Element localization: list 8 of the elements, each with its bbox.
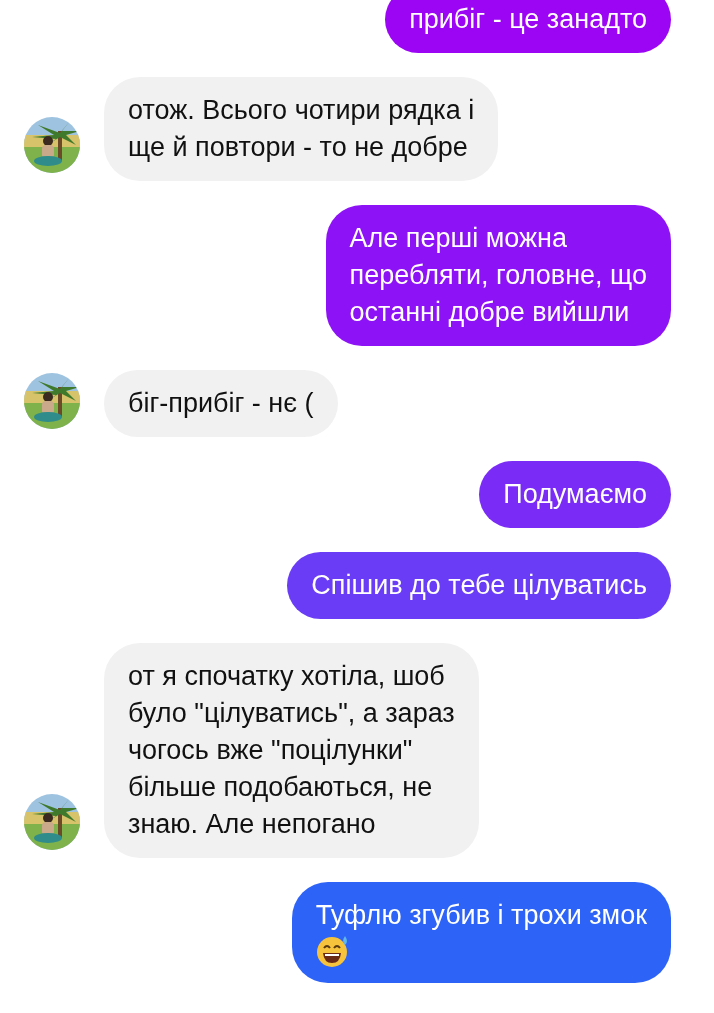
- sent-message: Спішив до тебе цілуватись: [287, 552, 671, 619]
- sent-message: Але перші можна перебляти, головне, що останні добре вийшли: [325, 205, 671, 346]
- sent-message: прибіг - це занадто: [385, 0, 671, 53]
- received-message: біг-прибіг - нє (: [104, 370, 338, 437]
- sent-message: Подумаємо: [479, 461, 671, 528]
- received-message: от я спочатку хотіла, шоб було "цілуватись", а зараз чогось вже "поцілунки" більше подобаються, не знаю. Але непогано: [104, 643, 479, 858]
- received-message: отож. Всього чотири рядка і ще й повтори - то не добре: [104, 77, 499, 181]
- sent-message: Туфлю згубив і трохи змок: [291, 882, 671, 983]
